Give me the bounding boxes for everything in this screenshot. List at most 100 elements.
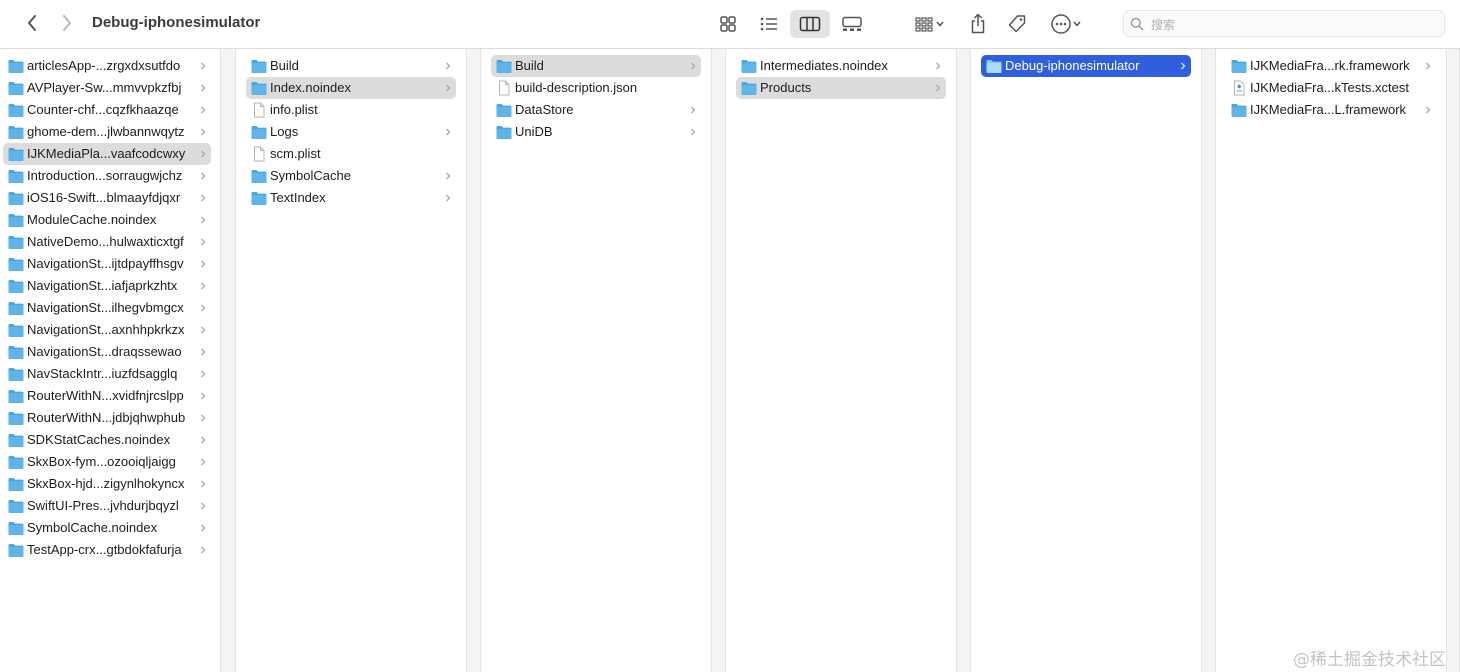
folder-item[interactable]: Build (246, 55, 456, 77)
folder-item[interactable]: Debug-iphonesimulator (981, 55, 1191, 77)
folder-item[interactable]: SkxBox-fym...ozooiqljaigg (3, 451, 211, 473)
folder-item[interactable]: ModuleCache.noindex (3, 209, 211, 231)
folder-icon (8, 412, 24, 425)
item-label: articlesApp-...zrgxdxsutfdo (27, 58, 181, 73)
folder-item[interactable]: NativeDemo...hulwaxticxtgf (3, 231, 211, 253)
search-icon (1130, 17, 1144, 31)
folder-icon (8, 148, 24, 161)
folder-item[interactable]: SwiftUI-Pres...jvhdurjbqyzl (3, 495, 211, 517)
file-item[interactable]: IJKMediaFra...kTests.xctest (1226, 77, 1436, 99)
back-button[interactable] (20, 11, 44, 35)
more-actions-button[interactable] (1045, 10, 1087, 38)
folder-item[interactable]: NavigationSt...axnhhpkrkzx (3, 319, 211, 341)
folder-item[interactable]: DataStore (491, 99, 701, 121)
chevron-right-icon (201, 370, 206, 378)
document-icon (254, 146, 265, 162)
browser-column: Intermediates.noindex Products (726, 49, 957, 672)
folder-icon (8, 368, 24, 381)
gallery-view-button[interactable] (838, 10, 866, 38)
item-label: SymbolCache.noindex (27, 520, 158, 535)
folder-item[interactable]: Products (736, 77, 946, 99)
folder-item[interactable]: UniDB (491, 121, 701, 143)
folder-item[interactable]: NavigationSt...iafjaprkzhtx (3, 275, 211, 297)
forward-button[interactable] (55, 11, 79, 35)
column-resize-gutter[interactable] (1447, 49, 1460, 672)
folder-item[interactable]: NavigationSt...draqssewao (3, 341, 211, 363)
folder-item[interactable]: SymbolCache (246, 165, 456, 187)
folder-icon (8, 170, 24, 183)
folder-icon (8, 434, 24, 447)
folder-icon (496, 126, 512, 139)
ellipsis-circle-icon (1051, 14, 1071, 34)
chevron-right-icon (201, 436, 206, 444)
folder-item[interactable]: SymbolCache.noindex (3, 517, 211, 539)
folder-icon (8, 60, 24, 73)
list-view-button[interactable] (756, 10, 782, 38)
document-icon (499, 80, 510, 96)
folder-item[interactable]: articlesApp-...zrgxdxsutfdo (3, 55, 211, 77)
folder-item[interactable]: Build (491, 55, 701, 77)
item-label: build-description.json (515, 80, 638, 95)
folder-icon (8, 478, 24, 491)
column-resize-gutter[interactable] (221, 49, 236, 672)
folder-item[interactable]: ghome-dem...jlwbannwqytz (3, 121, 211, 143)
chevron-right-icon (201, 238, 206, 246)
folder-item[interactable]: Index.noindex (246, 77, 456, 99)
file-item[interactable]: info.plist (246, 99, 456, 121)
folder-item[interactable]: NavStackIntr...iuzfdsagglq (3, 363, 211, 385)
folder-icon (8, 324, 24, 337)
folder-item[interactable]: IJKMediaPla...vaafcodcwxy (3, 143, 211, 165)
folder-item[interactable]: TestApp-crx...gtbdokfafurja (3, 539, 211, 561)
folder-icon (8, 390, 24, 403)
folder-item[interactable]: Intermediates.noindex (736, 55, 946, 77)
chevron-right-icon (201, 392, 206, 400)
folder-item[interactable]: Introduction...sorraugwjchz (3, 165, 211, 187)
item-label: Counter-chf...cqzfkhaazqe (27, 102, 179, 117)
chevron-right-icon (691, 62, 696, 70)
folder-item[interactable]: TextIndex (246, 187, 456, 209)
share-button[interactable] (964, 10, 992, 38)
list-view-icon (760, 17, 777, 31)
item-label: UniDB (515, 124, 553, 139)
folder-item[interactable]: NavigationSt...ijtdpayffhsgv (3, 253, 211, 275)
item-label: iOS16-Swift...blmaayfdjqxr (27, 190, 181, 205)
item-label: NavigationSt...draqssewao (27, 344, 182, 359)
folder-item[interactable]: IJKMediaFra...L.framework (1226, 99, 1436, 121)
item-label: NavigationSt...axnhhpkrkzx (27, 322, 185, 337)
folder-icon (8, 500, 24, 513)
search-field[interactable] (1123, 10, 1445, 37)
folder-item[interactable]: iOS16-Swift...blmaayfdjqxr (3, 187, 211, 209)
window-title: Debug-iphonesimulator (92, 14, 261, 31)
column-resize-gutter[interactable] (1202, 49, 1216, 672)
chevron-left-icon (28, 15, 36, 31)
folder-item[interactable]: AVPlayer-Sw...mmvvpkzfbj (3, 77, 211, 99)
folder-item[interactable]: SDKStatCaches.noindex (3, 429, 211, 451)
group-menu-button[interactable] (908, 10, 950, 38)
search-input[interactable] (1149, 14, 1443, 35)
folder-item[interactable]: SkxBox-hjd...zigynlhokyncx (3, 473, 211, 495)
item-label: Logs (270, 124, 299, 139)
chevron-right-icon (201, 106, 206, 114)
column-resize-gutter[interactable] (467, 49, 481, 672)
folder-icon (8, 302, 24, 315)
item-label: Index.noindex (270, 80, 351, 95)
group-grid-icon (915, 17, 933, 32)
column-view-icon (799, 16, 821, 32)
file-item[interactable]: build-description.json (491, 77, 701, 99)
folder-item[interactable]: IJKMediaFra...rk.framework (1226, 55, 1436, 77)
folder-icon (496, 60, 512, 73)
folder-icon (8, 104, 24, 117)
folder-item[interactable]: RouterWithN...xvidfnjrcslpp (3, 385, 211, 407)
browser-column: IJKMediaFra...rk.framework IJKMediaFra...… (1216, 49, 1447, 672)
tags-button[interactable] (1003, 10, 1031, 38)
folder-item[interactable]: Counter-chf...cqzfkhaazqe (3, 99, 211, 121)
folder-item[interactable]: RouterWithN...jdbjqhwphub (3, 407, 211, 429)
column-view-button[interactable] (790, 10, 830, 38)
folder-item[interactable]: NavigationSt...ilhegvbmgcx (3, 297, 211, 319)
file-item[interactable]: scm.plist (246, 143, 456, 165)
folder-item[interactable]: Logs (246, 121, 456, 143)
grid-view-button[interactable] (715, 10, 741, 38)
column-resize-gutter[interactable] (712, 49, 726, 672)
column-resize-gutter[interactable] (957, 49, 971, 672)
chevron-right-icon (201, 216, 206, 224)
